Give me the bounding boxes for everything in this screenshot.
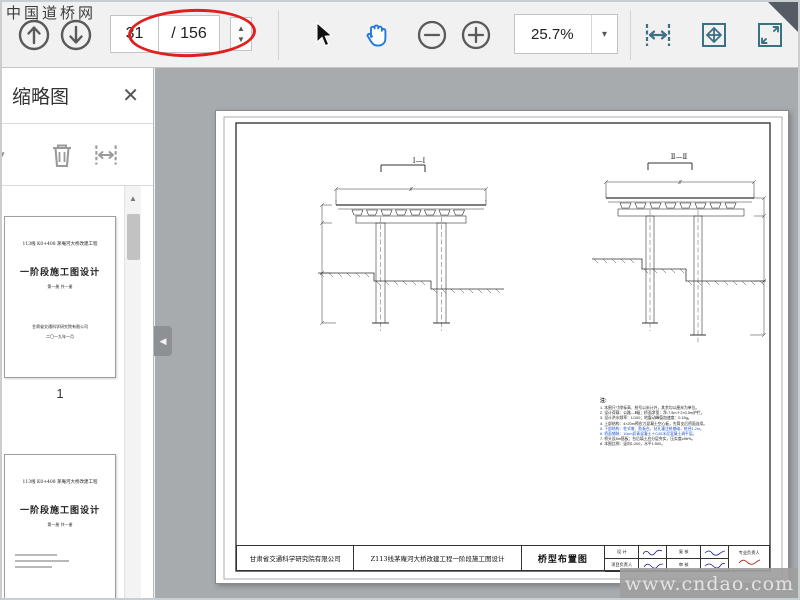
thumb-text: 二〇一九年一月 [46, 334, 74, 339]
pdf-viewer-window: / 156 ▲ ▼ 25.7% [0, 0, 800, 600]
hand-tool-button[interactable] [354, 13, 398, 57]
zoom-in-button[interactable] [454, 13, 498, 57]
zoom-level-dropdown[interactable]: 25.7% ▾ [514, 14, 618, 54]
select-tool-button[interactable] [302, 13, 346, 57]
fit-page-icon [698, 19, 730, 51]
hand-icon [361, 20, 391, 50]
design-label: 设 计 [605, 546, 640, 559]
thumbnail-list: 113线 K0+408 茅庵河大桥改建工程 一阶段施工图设计 第一册 共一册 甘… [2, 186, 153, 598]
lead-label: 专业负责人 [738, 550, 760, 555]
thumb-text: 甘肃省交通科学研究院有限公司 [32, 324, 88, 329]
zoom-level-value: 25.7% [531, 25, 574, 43]
check-label: 复 核 [667, 546, 702, 559]
thumbnail-panel: 缩略图 ✕ ▾ 113线 K0+408 茅庵河大桥改建工程 一阶段施工图设计 第… [2, 68, 154, 598]
scrollbar-up-icon[interactable]: ▲ [125, 186, 141, 210]
thumbnail-page-number: 1 [56, 386, 64, 401]
resize-thumbnails-button[interactable] [84, 133, 128, 177]
signature-scribble [701, 546, 730, 559]
zoom-out-button[interactable] [410, 13, 454, 57]
lead-engineer-cell: 专业负责人 [729, 546, 769, 570]
thumb-text: 一阶段施工图设计 [19, 268, 100, 278]
thumb-text: 第一册 共一册 [47, 284, 73, 289]
document-viewport[interactable]: Ⅰ—Ⅰ Ⅱ—Ⅱ 注: 1. 本图尺寸除标高、桩号以米计外，其余均以厘米为单位。 … [155, 68, 798, 598]
delete-page-button[interactable] [40, 133, 84, 177]
trash-icon [48, 140, 76, 170]
fit-width-button[interactable] [636, 13, 680, 57]
drawing-notes: 注: 1. 本图尺寸除标高、桩号以米计外，其余均以厘米为单位。 2. 设计荷载：… [600, 397, 776, 448]
thumbnail-panel-header: 缩略图 ✕ [2, 68, 153, 124]
thumb-text: 第一册 共一册 [47, 522, 73, 527]
page-number-spinner[interactable]: ▲ ▼ [230, 17, 252, 51]
plus-circle-icon [459, 18, 493, 52]
scrollbar-thumb[interactable] [127, 214, 140, 260]
close-icon[interactable]: ✕ [118, 83, 143, 108]
thumbnail-page-1[interactable]: 113线 K0+408 茅庵河大桥改建工程 一阶段施工图设计 第一册 共一册 甘… [4, 216, 116, 378]
site-watermark-bottom: www.cndao.com [620, 568, 798, 598]
note-line: 8. 本图比例：竖向1:200，水平1:500。 [600, 442, 665, 447]
minus-circle-icon [415, 18, 449, 52]
thumbnail-scrollbar[interactable]: ▲ [124, 186, 141, 598]
page-number-input[interactable] [110, 15, 158, 53]
signature-scribble [738, 559, 761, 565]
toolbar-divider [278, 10, 279, 60]
fit-page-button[interactable] [692, 13, 736, 57]
collapse-left-icon: ◀ [159, 335, 167, 346]
cursor-arrow-icon [312, 22, 336, 48]
toolbar: / 156 ▲ ▼ 25.7% [2, 2, 798, 68]
section-label-left: Ⅰ—Ⅰ [412, 157, 426, 165]
notes-title: 注: [600, 398, 607, 404]
thumb-text: 113线 K0+408 茅庵河大桥改建工程 [22, 480, 98, 485]
thumbnail-toolbar: ▾ [2, 124, 153, 186]
title-block-company: 甘肃省交通科学研究院有限公司 [237, 546, 355, 570]
panel-title: 缩略图 [12, 87, 70, 108]
page-total-label: / 156 [158, 15, 220, 53]
fit-width-icon [642, 19, 674, 51]
document-page: Ⅰ—Ⅰ Ⅱ—Ⅱ 注: 1. 本图尺寸除标高、桩号以米计外，其余均以厘米为单位。 … [215, 110, 789, 584]
thumb-text-lines [15, 554, 92, 572]
bridge-drawing [223, 116, 783, 580]
title-block-drawing-name: 桥型布置图 [522, 546, 606, 570]
title-block-project: Z113线茅庵河大桥改建工程一阶段施工图设计 [354, 546, 522, 570]
site-watermark-top: 中国道桥网 [6, 4, 97, 22]
sidebar-collapse-handle[interactable]: ◀ [154, 326, 172, 356]
title-block-signature-grid: 设 计 复 核 项目负责人 审 核 [605, 546, 730, 572]
section-label-right: Ⅱ—Ⅱ [670, 153, 688, 161]
spinner-down-icon[interactable]: ▼ [237, 35, 245, 44]
window-corner-fold [768, 2, 798, 32]
chevron-down-icon[interactable]: ▾ [591, 15, 617, 53]
thumb-text: 113线 K0+408 茅庵河大桥改建工程 [22, 242, 98, 247]
signature-scribble [639, 546, 668, 559]
thumb-text: 一阶段施工图设计 [19, 506, 100, 516]
spinner-up-icon[interactable]: ▲ [237, 24, 245, 33]
chevron-down-icon[interactable]: ▾ [2, 147, 16, 163]
fit-width-icon [92, 141, 120, 169]
thumbnail-page-2[interactable]: 113线 K0+408 茅庵河大桥改建工程 一阶段施工图设计 第一册 共一册 [4, 454, 116, 598]
toolbar-divider [630, 10, 631, 60]
